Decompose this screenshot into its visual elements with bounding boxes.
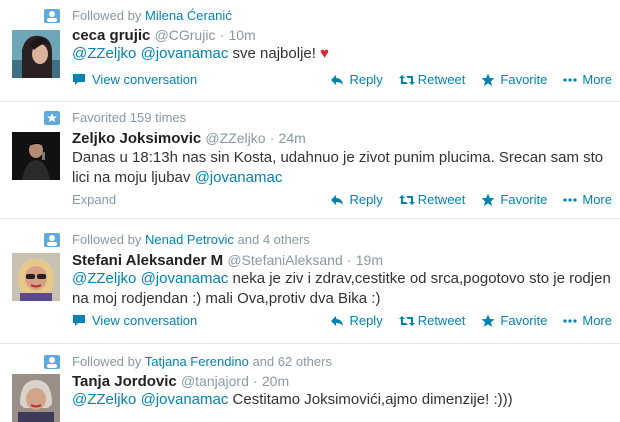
reply-icon bbox=[330, 73, 344, 87]
expand-link[interactable]: Expand bbox=[72, 191, 116, 209]
tweet-actions: Reply Retweet Favorite More bbox=[330, 71, 612, 89]
avatar[interactable] bbox=[12, 253, 60, 301]
tweet-actions: Reply Retweet Favorite More bbox=[330, 312, 612, 330]
tweet-footer: View conversation Reply Retweet Favorite… bbox=[72, 71, 612, 89]
favorite-button[interactable]: Favorite bbox=[481, 71, 547, 89]
user-name[interactable]: ceca grujic bbox=[72, 27, 150, 44]
user-name[interactable]: Zeljko Joksimovic bbox=[72, 130, 201, 147]
mention-link[interactable]: @jovanamac bbox=[141, 391, 229, 408]
avatar[interactable] bbox=[12, 374, 60, 422]
dots-icon bbox=[563, 73, 577, 87]
reply-button[interactable]: Reply bbox=[330, 71, 383, 89]
tweet-actions: Reply Retweet Favorite More bbox=[330, 191, 612, 209]
tweet-context: Followed by Milena Ćeranić bbox=[44, 8, 232, 24]
tweet-header: Tanja Jordovic @tanjajord · 20m bbox=[72, 373, 290, 390]
reply-button[interactable]: Reply bbox=[330, 191, 383, 209]
tweet[interactable]: Followed by Nenad Petrovic and 4 others … bbox=[0, 219, 620, 344]
star-icon bbox=[481, 73, 495, 87]
more-button[interactable]: More bbox=[563, 312, 612, 330]
user-handle[interactable]: @tanjajord bbox=[181, 373, 249, 389]
mention-link[interactable]: @ZZeljko bbox=[72, 391, 136, 408]
context-user-link[interactable]: Milena Ćeranić bbox=[145, 8, 232, 23]
follow-icon bbox=[44, 355, 60, 373]
more-button[interactable]: More bbox=[563, 71, 612, 89]
tweet-context: Followed by Nenad Petrovic and 4 others bbox=[44, 232, 310, 248]
speech-bubble-icon bbox=[72, 314, 86, 328]
reply-button[interactable]: Reply bbox=[330, 312, 383, 330]
follow-icon bbox=[44, 9, 60, 27]
tweet-time[interactable]: 10m bbox=[228, 27, 255, 43]
user-name[interactable]: Tanja Jordovic bbox=[72, 373, 177, 390]
retweet-icon bbox=[398, 314, 415, 328]
retweet-button[interactable]: Retweet bbox=[398, 71, 465, 89]
tweet-context: Favorited 159 times bbox=[44, 110, 186, 126]
favorite-button[interactable]: Favorite bbox=[481, 312, 547, 330]
tweet[interactable]: Favorited 159 times Zeljko Joksimovic @Z… bbox=[0, 102, 620, 219]
tweet-time[interactable]: 19m bbox=[356, 252, 383, 268]
tweet-footer: Expand Reply Retweet Favorite More bbox=[72, 191, 612, 209]
tweet-text: Danas u 18:13h nas sin Kosta, udahnuo je… bbox=[72, 149, 604, 186]
tweet-time[interactable]: 24m bbox=[279, 130, 306, 146]
follow-icon bbox=[44, 233, 60, 251]
context-user-link[interactable]: Tatjana Ferendino bbox=[145, 354, 249, 369]
context-user-link[interactable]: Nenad Petrovic bbox=[145, 232, 234, 247]
dots-icon bbox=[563, 314, 577, 328]
avatar[interactable] bbox=[12, 30, 60, 78]
tweet-header: Zeljko Joksimovic @ZZeljko · 24m bbox=[72, 130, 306, 147]
heart-icon: ♥ bbox=[320, 45, 329, 62]
star-icon bbox=[481, 193, 495, 207]
retweet-button[interactable]: Retweet bbox=[398, 191, 465, 209]
retweet-icon bbox=[398, 193, 415, 207]
tweet-footer: View conversation Reply Retweet Favorite… bbox=[72, 312, 612, 330]
dots-icon bbox=[563, 193, 577, 207]
more-button[interactable]: More bbox=[563, 191, 612, 209]
reply-icon bbox=[330, 314, 344, 328]
tweet-context: Followed by Tatjana Ferendino and 62 oth… bbox=[44, 354, 332, 370]
user-handle[interactable]: @CGrujic bbox=[155, 27, 216, 43]
tweet-header: ceca grujic @CGrujic · 10m bbox=[72, 27, 256, 44]
mention-link[interactable]: @ZZeljko bbox=[72, 45, 136, 62]
retweet-button[interactable]: Retweet bbox=[398, 312, 465, 330]
user-handle[interactable]: @StefaniAleksand bbox=[227, 252, 342, 268]
mention-link[interactable]: @ZZeljko bbox=[72, 270, 136, 287]
favorite-button[interactable]: Favorite bbox=[481, 191, 547, 209]
mention-link[interactable]: @jovanamac bbox=[141, 270, 229, 287]
tweet-text: @ZZeljko @jovanamac sve najbolje! ♥ bbox=[72, 45, 329, 62]
star-badge-icon bbox=[44, 111, 60, 129]
mention-link[interactable]: @jovanamac bbox=[141, 45, 229, 62]
mention-link[interactable]: @jovanamac bbox=[195, 169, 283, 186]
reply-icon bbox=[330, 193, 344, 207]
avatar[interactable] bbox=[12, 132, 60, 180]
tweet-time[interactable]: 20m bbox=[262, 373, 289, 389]
retweet-icon bbox=[398, 73, 415, 87]
tweet[interactable]: Followed by Tatjana Ferendino and 62 oth… bbox=[0, 344, 620, 422]
user-handle[interactable]: @ZZeljko bbox=[205, 130, 265, 146]
star-icon bbox=[481, 314, 495, 328]
tweet-text: @ZZeljko @jovanamac neka je ziv i zdrav,… bbox=[72, 270, 611, 307]
tweet-header: Stefani Aleksander M @StefaniAleksand · … bbox=[72, 252, 383, 269]
tweet[interactable]: Followed by Milena Ćeranić ceca grujic @… bbox=[0, 0, 620, 102]
speech-bubble-icon bbox=[72, 73, 86, 87]
tweet-text: @ZZeljko @jovanamac Cestitamo Joksimović… bbox=[72, 391, 513, 408]
user-name[interactable]: Stefani Aleksander M bbox=[72, 252, 223, 269]
